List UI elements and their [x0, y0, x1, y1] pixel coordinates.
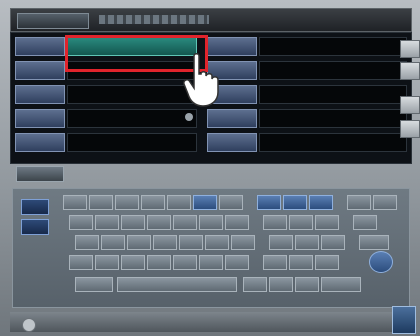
space-key[interactable]	[117, 277, 237, 292]
field-value-9[interactable]	[259, 109, 407, 128]
side-button-4[interactable]	[400, 120, 420, 138]
key[interactable]	[127, 235, 151, 250]
software-keyboard	[12, 188, 410, 308]
title-bar	[10, 8, 412, 32]
key[interactable]	[225, 255, 249, 270]
key[interactable]	[75, 235, 99, 250]
key[interactable]	[173, 255, 197, 270]
key[interactable]	[95, 255, 119, 270]
key[interactable]	[263, 255, 287, 270]
tab-active[interactable]	[17, 13, 89, 29]
field-value-7[interactable]	[259, 61, 407, 80]
key[interactable]	[167, 195, 191, 210]
key[interactable]	[283, 195, 307, 210]
field-label-3	[15, 85, 65, 104]
search-icon[interactable]	[369, 251, 393, 273]
key[interactable]	[347, 195, 371, 210]
side-button-2[interactable]	[400, 62, 420, 80]
key[interactable]	[269, 277, 293, 292]
confirm-button[interactable]	[392, 306, 416, 334]
dropdown-icon[interactable]	[185, 113, 193, 121]
key[interactable]	[193, 195, 217, 210]
field-value-3[interactable]	[67, 85, 197, 104]
field-value-10[interactable]	[259, 133, 407, 152]
key[interactable]	[95, 215, 119, 230]
bottom-bar	[10, 312, 410, 332]
key[interactable]	[269, 235, 293, 250]
key[interactable]	[147, 255, 171, 270]
key[interactable]	[373, 195, 397, 210]
mode-key-1[interactable]	[21, 199, 49, 215]
field-value-6[interactable]	[259, 37, 407, 56]
enter-key[interactable]	[359, 235, 389, 250]
key[interactable]	[289, 255, 313, 270]
key[interactable]	[141, 195, 165, 210]
field-label-1	[15, 37, 65, 56]
key[interactable]	[231, 235, 255, 250]
key[interactable]	[199, 255, 223, 270]
hand-pointer-icon	[183, 53, 219, 107]
input-mode-tab[interactable]	[16, 166, 64, 182]
field-label-2	[15, 61, 65, 80]
shift-key[interactable]	[75, 277, 113, 292]
field-label-4	[15, 109, 65, 128]
key[interactable]	[115, 195, 139, 210]
key[interactable]	[179, 235, 203, 250]
key[interactable]	[321, 235, 345, 250]
key[interactable]	[69, 215, 93, 230]
key[interactable]	[89, 195, 113, 210]
key[interactable]	[173, 215, 197, 230]
key[interactable]	[257, 195, 281, 210]
field-label-10	[207, 133, 257, 152]
key[interactable]	[243, 277, 267, 292]
key[interactable]	[153, 235, 177, 250]
field-value-5[interactable]	[67, 133, 197, 152]
key[interactable]	[295, 277, 319, 292]
key[interactable]	[205, 235, 229, 250]
side-button-1[interactable]	[400, 40, 420, 58]
key[interactable]	[289, 215, 313, 230]
key[interactable]	[295, 235, 319, 250]
key[interactable]	[315, 215, 339, 230]
key[interactable]	[63, 195, 87, 210]
key[interactable]	[353, 215, 377, 230]
key[interactable]	[219, 195, 243, 210]
title-strip	[99, 15, 209, 24]
key[interactable]	[309, 195, 333, 210]
field-label-9	[207, 109, 257, 128]
key[interactable]	[101, 235, 125, 250]
key[interactable]	[263, 215, 287, 230]
mode-key-2[interactable]	[21, 219, 49, 235]
key[interactable]	[147, 215, 171, 230]
device-screen	[0, 0, 420, 336]
key[interactable]	[121, 215, 145, 230]
field-value-4[interactable]	[67, 109, 197, 128]
key[interactable]	[121, 255, 145, 270]
key[interactable]	[315, 255, 339, 270]
key[interactable]	[199, 215, 223, 230]
key[interactable]	[225, 215, 249, 230]
field-label-5	[15, 133, 65, 152]
key[interactable]	[69, 255, 93, 270]
status-icon	[22, 318, 36, 332]
field-value-8[interactable]	[259, 85, 407, 104]
side-button-3[interactable]	[400, 96, 420, 114]
backspace-key[interactable]	[321, 277, 361, 292]
